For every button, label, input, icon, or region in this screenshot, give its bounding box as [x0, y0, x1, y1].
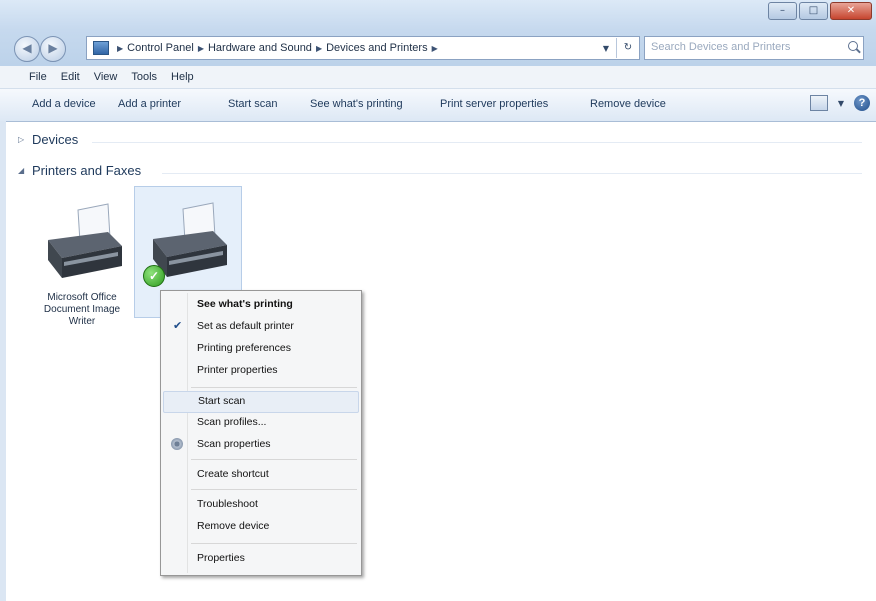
- printer-icon: [48, 203, 122, 278]
- menu-bar: File Edit View Tools Help: [0, 66, 876, 89]
- ctx-label: Set as default printer: [197, 320, 294, 332]
- menu-edit[interactable]: Edit: [54, 71, 87, 83]
- ctx-label: Printer properties: [197, 364, 278, 376]
- back-button[interactable]: ◀: [14, 36, 40, 62]
- close-button[interactable]: ✕: [830, 2, 872, 20]
- ctx-set-default-printer[interactable]: ✔ Set as default printer: [163, 317, 357, 337]
- group-divider: [92, 142, 862, 143]
- menu-separator: [191, 543, 357, 544]
- change-view-icon[interactable]: [809, 95, 828, 111]
- breadcrumb-hardware-and-sound[interactable]: Hardware and Sound: [208, 42, 312, 54]
- print-server-properties-button[interactable]: Print server properties: [440, 98, 548, 110]
- command-bar: Add a device Add a printer Start scan Se…: [0, 89, 876, 122]
- ctx-start-scan[interactable]: Start scan: [163, 391, 359, 413]
- ctx-label: Start scan: [198, 395, 246, 407]
- group-divider: [162, 173, 862, 174]
- ctx-label: Printing preferences: [197, 342, 291, 354]
- navigation-edge: [0, 121, 6, 601]
- breadcrumb-separator[interactable]: ▶: [316, 44, 322, 53]
- ctx-label: Create shortcut: [197, 468, 269, 480]
- group-printers-label: Printers and Faxes: [32, 163, 142, 178]
- add-device-button[interactable]: Add a device: [32, 98, 96, 110]
- help-icon[interactable]: ?: [854, 95, 870, 111]
- device-label-line: Document Image: [43, 304, 121, 315]
- device-item[interactable]: Microsoft Office Document Image Writer: [30, 188, 134, 348]
- add-printer-button[interactable]: Add a printer: [118, 98, 181, 110]
- maximize-button[interactable]: □: [799, 2, 828, 20]
- window-controls: – □ ✕: [768, 2, 872, 20]
- menu-separator: [191, 489, 357, 490]
- ctx-label: Scan profiles...: [197, 416, 267, 428]
- ctx-printer-properties[interactable]: Printer properties: [163, 361, 357, 381]
- device-label: Microsoft Office Document Image Writer: [30, 292, 134, 328]
- maximize-icon: □: [808, 5, 819, 16]
- ctx-label: Scan properties: [197, 438, 271, 450]
- search-box[interactable]: [644, 36, 864, 60]
- menu-file[interactable]: File: [22, 71, 54, 83]
- forward-button[interactable]: ▶: [40, 36, 66, 62]
- search-icon[interactable]: [848, 41, 858, 51]
- ctx-create-shortcut[interactable]: Create shortcut: [163, 465, 357, 485]
- remove-device-button[interactable]: Remove device: [590, 98, 666, 110]
- ctx-label: Remove device: [197, 520, 270, 532]
- scan-properties-icon: [171, 438, 183, 450]
- ctx-scan-properties[interactable]: Scan properties: [163, 435, 357, 455]
- start-scan-button[interactable]: Start scan: [228, 98, 278, 110]
- view-options-chevron-icon[interactable]: ▼: [838, 99, 844, 108]
- expand-chevron-icon[interactable]: ▷: [18, 135, 28, 144]
- ctx-label: Troubleshoot: [197, 498, 258, 510]
- group-printers-header[interactable]: ◢ Printers and Faxes: [18, 163, 141, 178]
- group-devices-header[interactable]: ▷ Devices: [18, 132, 78, 147]
- breadcrumb-separator[interactable]: ▶: [432, 44, 438, 53]
- menu-separator: [191, 387, 357, 388]
- control-panel-icon: [93, 41, 109, 55]
- minimize-button[interactable]: –: [768, 2, 797, 20]
- device-label-line: Writer: [68, 316, 96, 327]
- ctx-printing-preferences[interactable]: Printing preferences: [163, 339, 357, 359]
- close-icon: ✕: [846, 5, 856, 16]
- checkmark-icon: ✔: [173, 319, 183, 332]
- minimize-icon: –: [780, 5, 785, 16]
- group-devices-label: Devices: [32, 132, 79, 147]
- device-label-line: Microsoft Office: [47, 292, 117, 303]
- ctx-remove-device[interactable]: Remove device: [163, 517, 357, 537]
- refresh-icon[interactable]: ↻: [616, 38, 639, 58]
- back-arrow-icon: ◀: [22, 41, 32, 55]
- menu-help[interactable]: Help: [164, 71, 201, 83]
- context-menu: See what's printing ✔ Set as default pri…: [160, 290, 362, 576]
- ctx-scan-profiles[interactable]: Scan profiles...: [163, 413, 357, 433]
- menu-tools[interactable]: Tools: [124, 71, 164, 83]
- menu-view[interactable]: View: [87, 71, 125, 83]
- menu-separator: [191, 459, 357, 460]
- ctx-label: Properties: [197, 552, 245, 564]
- default-printer-check-icon: ✓: [143, 265, 165, 287]
- breadcrumb-separator[interactable]: ▶: [117, 44, 123, 53]
- breadcrumb-devices-and-printers[interactable]: Devices and Printers: [326, 42, 428, 54]
- ctx-properties[interactable]: Properties: [163, 549, 357, 569]
- search-input[interactable]: [645, 37, 847, 57]
- address-bar[interactable]: ▶ Control Panel ▶ Hardware and Sound ▶ D…: [86, 36, 640, 60]
- ctx-see-whats-printing[interactable]: See what's printing: [163, 295, 357, 315]
- ctx-label: See what's printing: [197, 298, 293, 310]
- ctx-troubleshoot[interactable]: Troubleshoot: [163, 495, 357, 515]
- address-dropdown-icon[interactable]: ▼: [596, 44, 616, 53]
- forward-arrow-icon: ▶: [48, 41, 58, 55]
- see-whats-printing-button[interactable]: See what's printing: [310, 98, 403, 110]
- collapse-chevron-icon[interactable]: ◢: [18, 166, 28, 175]
- breadcrumb-control-panel[interactable]: Control Panel: [127, 42, 194, 54]
- breadcrumb-separator[interactable]: ▶: [198, 44, 204, 53]
